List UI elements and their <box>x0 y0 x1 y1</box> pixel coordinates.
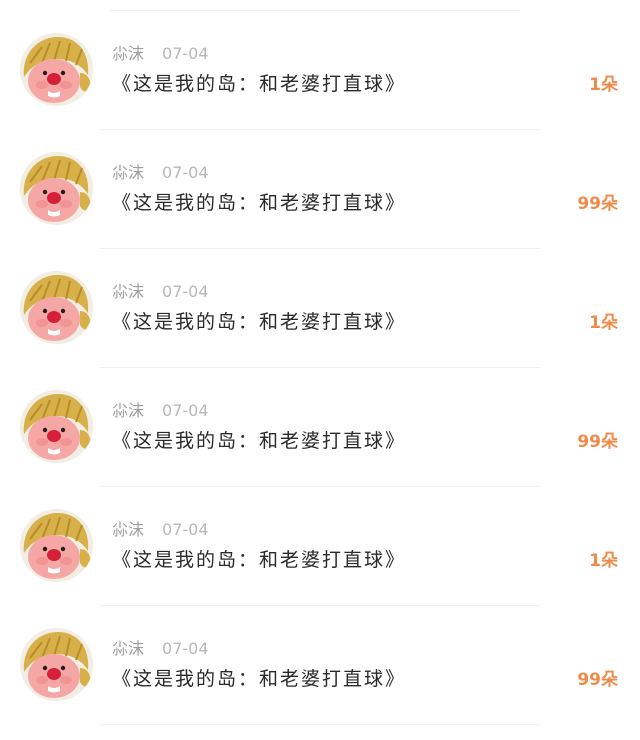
book-title[interactable]: 《这是我的岛：和老婆打直球》 <box>112 666 406 692</box>
user-name[interactable]: 尛沫 <box>112 639 144 658</box>
book-title[interactable]: 《这是我的岛：和老婆打直球》 <box>112 71 406 97</box>
list-item[interactable]: 尛沫 07-04 《这是我的岛：和老婆打直球》 1朵 <box>20 249 618 368</box>
user-name[interactable]: 尛沫 <box>112 44 144 63</box>
avatar-mascot-icon[interactable] <box>20 390 93 463</box>
item-meta: 尛沫 07-04 <box>112 282 209 302</box>
list-item[interactable]: 尛沫 07-04 《这是我的岛：和老婆打直球》 99朵 <box>20 606 618 725</box>
item-date: 07-04 <box>162 282 209 301</box>
flower-count: 1朵 <box>589 551 618 571</box>
item-date: 07-04 <box>162 639 209 658</box>
user-name[interactable]: 尛沫 <box>112 163 144 182</box>
book-title[interactable]: 《这是我的岛：和老婆打直球》 <box>112 190 406 216</box>
list-item[interactable]: 尛沫 07-04 《这是我的岛：和老婆打直球》 99朵 <box>20 368 618 487</box>
avatar-mascot-icon[interactable] <box>20 509 93 582</box>
avatar-mascot-icon[interactable] <box>20 152 93 225</box>
user-name[interactable]: 尛沫 <box>112 520 144 539</box>
user-name[interactable]: 尛沫 <box>112 401 144 420</box>
flower-count: 1朵 <box>589 313 618 333</box>
item-meta: 尛沫 07-04 <box>112 639 209 659</box>
item-date: 07-04 <box>162 163 209 182</box>
list-item[interactable]: 尛沫 07-04 《这是我的岛：和老婆打直球》 99朵 <box>20 130 618 249</box>
item-meta: 尛沫 07-04 <box>112 44 209 64</box>
flower-count: 99朵 <box>577 432 618 452</box>
item-date: 07-04 <box>162 44 209 63</box>
user-name[interactable]: 尛沫 <box>112 282 144 301</box>
gift-record-list: 尛沫 07-04 《这是我的岛：和老婆打直球》 1朵 尛沫 07-04 《这是我… <box>0 11 640 725</box>
book-title[interactable]: 《这是我的岛：和老婆打直球》 <box>112 309 406 335</box>
flower-count: 99朵 <box>577 670 618 690</box>
item-date: 07-04 <box>162 401 209 420</box>
avatar-mascot-icon[interactable] <box>20 628 93 701</box>
list-item[interactable]: 尛沫 07-04 《这是我的岛：和老婆打直球》 1朵 <box>20 487 618 606</box>
item-meta: 尛沫 07-04 <box>112 401 209 421</box>
avatar-mascot-icon[interactable] <box>20 271 93 344</box>
flower-count: 99朵 <box>577 194 618 214</box>
flower-count: 1朵 <box>589 75 618 95</box>
item-date: 07-04 <box>162 520 209 539</box>
list-item[interactable]: 尛沫 07-04 《这是我的岛：和老婆打直球》 1朵 <box>20 11 618 130</box>
item-meta: 尛沫 07-04 <box>112 520 209 540</box>
item-meta: 尛沫 07-04 <box>112 163 209 183</box>
avatar-mascot-icon[interactable] <box>20 33 93 106</box>
book-title[interactable]: 《这是我的岛：和老婆打直球》 <box>112 547 406 573</box>
book-title[interactable]: 《这是我的岛：和老婆打直球》 <box>112 428 406 454</box>
